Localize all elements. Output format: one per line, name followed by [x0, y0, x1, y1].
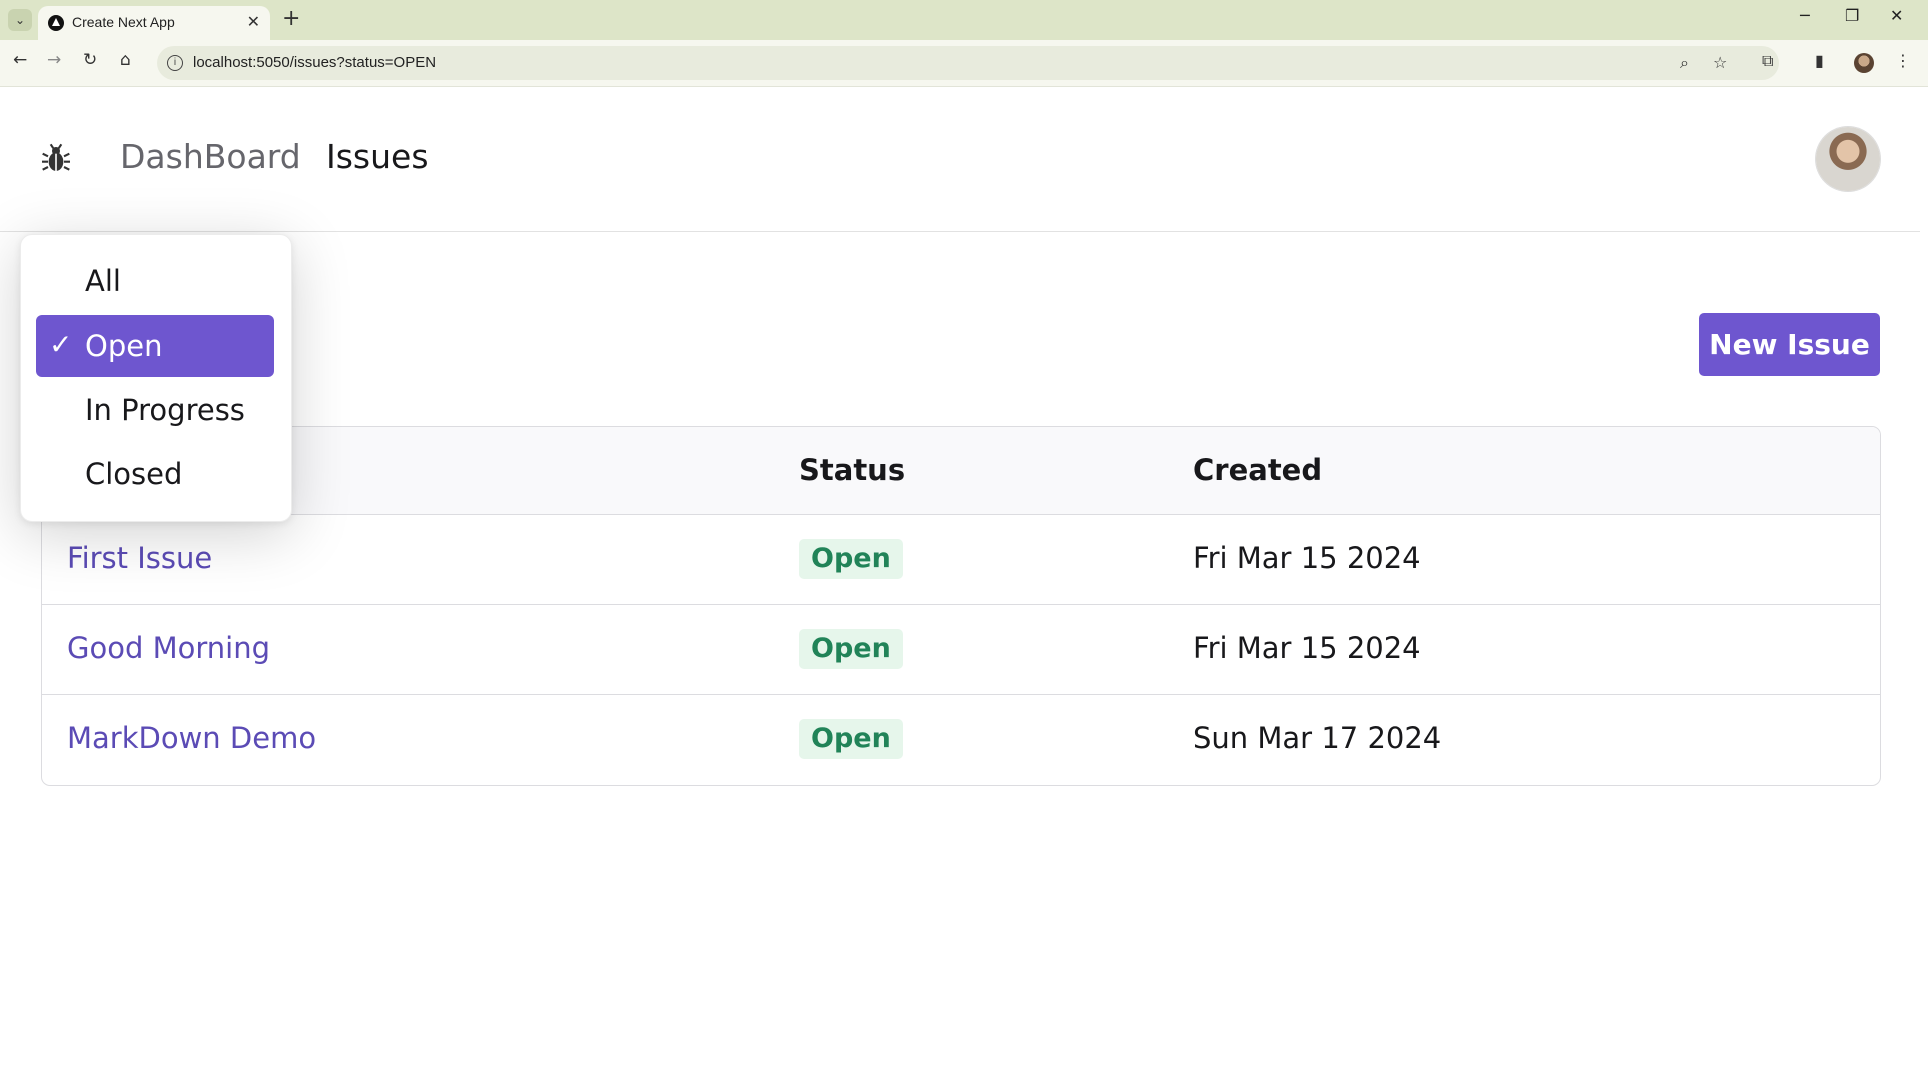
chevron-down-icon: ⌄ [14, 13, 26, 27]
bug-icon[interactable] [40, 143, 72, 175]
reload-icon[interactable]: ↻ [83, 50, 97, 70]
created-date: Fri Mar 15 2024 [1193, 541, 1421, 575]
home-icon[interactable]: ⌂ [120, 50, 131, 70]
browser-tab-bar: ⌄ Create Next App ✕ + ─ ❐ ✕ [0, 0, 1928, 40]
option-label: All [85, 264, 121, 298]
status-badge: Open [799, 719, 903, 759]
window-close-icon[interactable]: ✕ [1890, 6, 1903, 25]
bookmark-star-icon[interactable]: ☆ [1713, 53, 1727, 72]
status-filter-dropdown: All ✓ Open In Progress Closed [20, 234, 292, 522]
issues-table: Status Created First Issue Open Fri Mar … [41, 426, 1881, 786]
browser-tab[interactable]: Create Next App ✕ [38, 6, 270, 40]
restore-icon[interactable]: ❐ [1845, 6, 1859, 25]
profile-avatar[interactable] [1854, 53, 1874, 73]
side-panel-icon[interactable]: ▮ [1815, 51, 1824, 70]
forward-icon[interactable]: → [47, 50, 61, 70]
option-label: Closed [85, 457, 183, 491]
filter-option-open[interactable]: ✓ Open [36, 315, 274, 377]
zoom-icon[interactable]: ⌕ [1680, 53, 1689, 73]
app-navbar: DashBoard Issues [0, 87, 1920, 232]
menu-kebab-icon[interactable]: ⋮ [1895, 51, 1911, 70]
new-issue-button[interactable]: New Issue [1699, 313, 1880, 376]
tab-title: Create Next App [72, 14, 175, 30]
tab-close-icon[interactable]: ✕ [247, 12, 260, 31]
option-label: Open [85, 329, 163, 363]
browser-toolbar: ← → ↻ ⌂ i localhost:5050/issues?status=O… [0, 40, 1928, 87]
extensions-icon[interactable]: ⧉ [1762, 51, 1773, 71]
status-badge: Open [799, 539, 903, 579]
new-tab-button[interactable]: + [282, 6, 300, 31]
site-info-icon[interactable]: i [167, 55, 183, 71]
table-row: MarkDown Demo Open Sun Mar 17 2024 [42, 695, 1880, 784]
column-header-status[interactable]: Status [799, 453, 905, 487]
column-header-created[interactable]: Created [1193, 453, 1322, 487]
created-date: Sun Mar 17 2024 [1193, 721, 1442, 755]
checkmark-icon: ✓ [49, 328, 73, 361]
filter-option-in-progress[interactable]: In Progress [36, 379, 274, 441]
table-header: Status Created [42, 427, 1880, 515]
nav-issues-link[interactable]: Issues [326, 137, 429, 176]
url-text[interactable]: localhost:5050/issues?status=OPEN [193, 54, 436, 71]
table-row: Good Morning Open Fri Mar 15 2024 [42, 605, 1880, 695]
table-row: First Issue Open Fri Mar 15 2024 [42, 515, 1880, 605]
address-bar[interactable]: i localhost:5050/issues?status=OPEN ⌕ ☆ [157, 46, 1779, 80]
issue-title-link[interactable]: MarkDown Demo [67, 721, 316, 755]
filter-option-closed[interactable]: Closed [36, 443, 274, 505]
minimize-icon[interactable]: ─ [1800, 6, 1810, 25]
status-badge: Open [799, 629, 903, 669]
issue-title-link[interactable]: Good Morning [67, 631, 270, 665]
option-label: In Progress [85, 393, 245, 427]
filter-option-all[interactable]: All [36, 250, 274, 312]
created-date: Fri Mar 15 2024 [1193, 631, 1421, 665]
nav-dashboard-link[interactable]: DashBoard [120, 137, 301, 176]
user-avatar[interactable] [1816, 127, 1880, 191]
issue-title-link[interactable]: First Issue [67, 541, 212, 575]
nextjs-favicon-icon [48, 15, 64, 31]
back-icon[interactable]: ← [13, 50, 27, 70]
tab-search-button[interactable]: ⌄ [8, 9, 32, 31]
